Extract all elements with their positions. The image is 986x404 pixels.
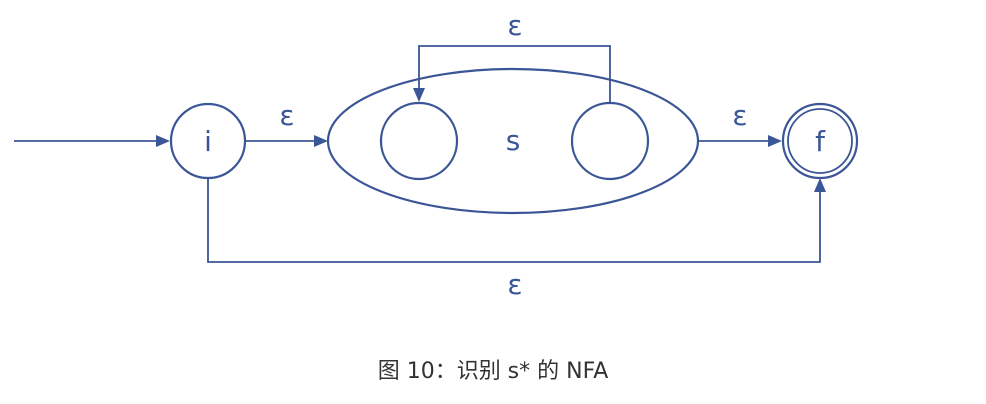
state-f: f — [781, 102, 859, 180]
s-end-state — [570, 101, 650, 181]
transition-bypass: ε — [207, 178, 826, 301]
epsilon-label-i-to-s: ε — [279, 99, 294, 132]
nfa-diagram: i ε s ε ε f ε — [14, 9, 859, 301]
state-f-label: f — [815, 125, 826, 158]
figure-caption: 图 10：识别 s* 的 NFA — [377, 359, 609, 384]
transition-i-to-s: ε — [245, 99, 328, 147]
epsilon-label-loop: ε — [507, 9, 522, 42]
state-i: i — [169, 102, 247, 180]
s-start-state — [379, 101, 459, 181]
start-arrow — [14, 135, 170, 147]
sub-automaton-s: s — [326, 67, 700, 215]
sub-automaton-label: s — [506, 124, 521, 157]
epsilon-label-s-to-f: ε — [732, 99, 747, 132]
transition-s-to-f: ε — [698, 99, 782, 147]
state-i-label: i — [204, 125, 212, 158]
epsilon-label-bypass: ε — [507, 268, 522, 301]
transition-loop-back: ε — [413, 9, 611, 103]
